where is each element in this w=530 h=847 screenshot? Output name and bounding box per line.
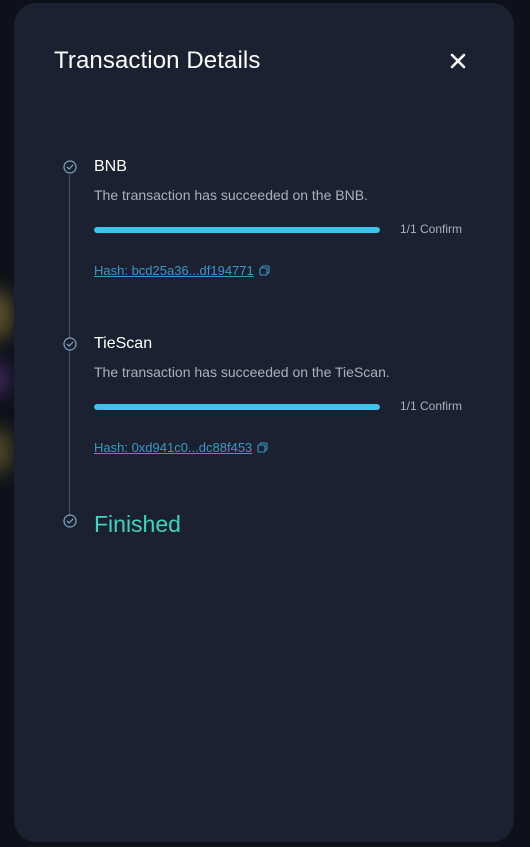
transaction-details-modal: Transaction Details BNB The transaction … [14,3,514,842]
step-name: TieScan [94,335,153,352]
close-button[interactable] [444,47,472,75]
hash-text[interactable]: Hash: 0xd941c0...dc88f453 [94,440,252,455]
confirm-count: 1/1 Confirm [400,222,463,236]
progress-fill [94,404,380,410]
progress-fill [94,227,380,233]
modal-title: Transaction Details [54,47,261,74]
progress-bar [94,404,380,410]
backdrop-glow [0,428,12,474]
backdrop-glow [0,362,8,396]
close-icon [450,53,466,69]
confirm-count: 1/1 Confirm [400,399,463,413]
backdrop-glow [0,290,12,340]
step-description: The transaction has succeeded on the Tie… [94,364,390,380]
hash-link[interactable]: Hash: 0xd941c0...dc88f453 [94,440,268,456]
step-description: The transaction has succeeded on the BNB… [94,187,368,203]
copy-icon[interactable] [257,441,268,456]
finished-status: Finished [94,511,181,537]
check-circle-icon [63,160,77,174]
progress-bar [94,227,380,233]
check-circle-icon [63,337,77,351]
copy-icon[interactable] [259,264,270,279]
step-name: BNB [94,158,127,175]
check-circle-icon [63,514,77,528]
hash-link[interactable]: Hash: bcd25a36...df194771 [94,263,270,279]
hash-text[interactable]: Hash: bcd25a36...df194771 [94,263,254,278]
